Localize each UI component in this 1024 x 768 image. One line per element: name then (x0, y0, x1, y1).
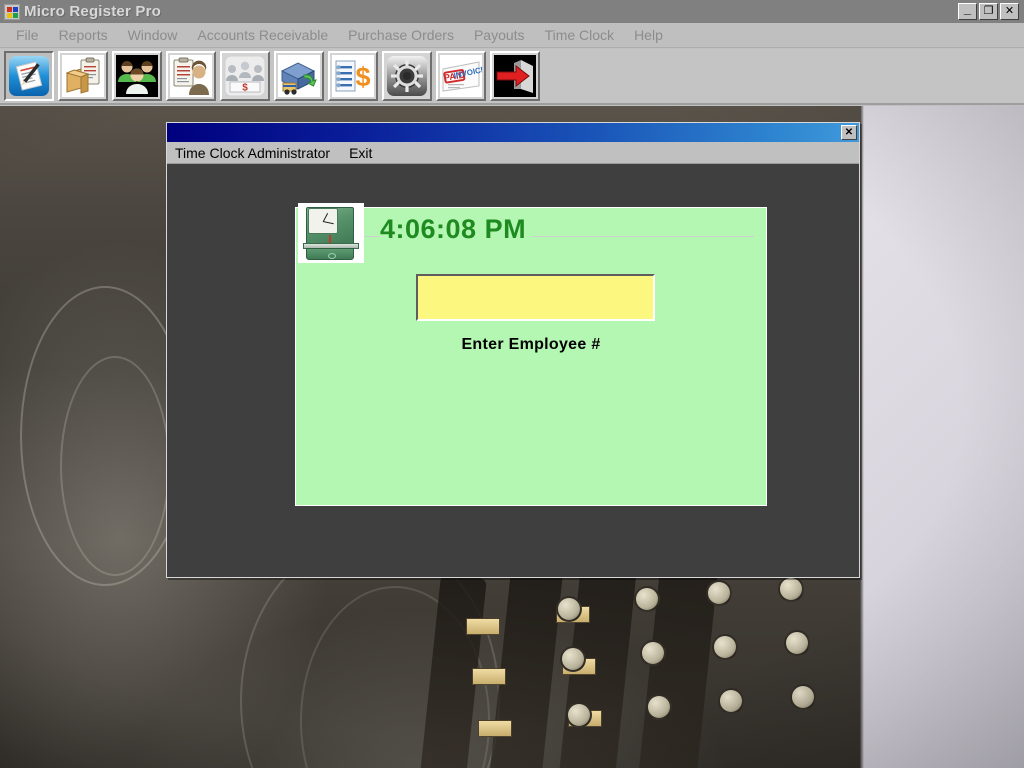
menu-item-payouts[interactable]: Payouts (464, 25, 535, 45)
window-title: Micro Register Pro (24, 3, 161, 20)
exit-arrow-icon (494, 55, 536, 97)
employee-clipboard-icon (170, 55, 212, 97)
toolbar-button-shipping[interactable] (274, 51, 324, 101)
toolbar-button-customers[interactable] (112, 51, 162, 101)
menu-item-purchase-orders[interactable]: Purchase Orders (338, 25, 464, 45)
toolbar-button-paid-invoice[interactable]: PAID INVOICE (436, 51, 486, 101)
settings-gear-icon (387, 56, 427, 96)
svg-text:$: $ (242, 83, 248, 94)
main-menubar: File Reports Window Accounts Receivable … (0, 23, 1024, 48)
menu-item-help[interactable]: Help (624, 25, 673, 45)
close-button[interactable]: ✕ (1000, 3, 1019, 20)
employee-number-input[interactable] (416, 274, 655, 321)
current-time-display: 4:06:08 PM (380, 216, 533, 243)
toolbar-button-payouts[interactable]: $ (328, 51, 378, 101)
main-toolbar: $ $ PAID INVOICE (0, 49, 1024, 105)
window-controls: _ ❐ ✕ (958, 1, 1022, 20)
dialog-menu-item-time-clock-administrator[interactable]: Time Clock Administrator (175, 144, 339, 162)
customers-group-icon (116, 55, 158, 97)
dialog-titlebar: ✕ (167, 123, 859, 142)
time-punch-clock-icon (298, 203, 364, 263)
sales-meeting-icon: $ (224, 55, 266, 97)
paid-invoice-icon: PAID INVOICE (440, 55, 482, 97)
svg-text:$: $ (355, 62, 370, 92)
toolbar-button-sales[interactable]: $ (220, 51, 270, 101)
dialog-menu-item-exit[interactable]: Exit (349, 144, 381, 162)
dialog-menubar: Time Clock Administrator Exit (167, 142, 859, 164)
employee-number-label: Enter Employee # (461, 336, 601, 353)
close-icon: ✕ (1004, 5, 1015, 17)
application-window: Micro Register Pro _ ❐ ✕ File Reports Wi… (0, 0, 1024, 768)
menu-item-time-clock[interactable]: Time Clock (535, 25, 625, 45)
time-clock-panel: 4:06:08 PM Enter Employee # (295, 203, 767, 506)
employee-number-field[interactable] (418, 276, 653, 319)
toolbar-button-settings[interactable] (382, 51, 432, 101)
time-clock-dialog: ✕ Time Clock Administrator Exit 4:06:08 … (166, 122, 860, 578)
toolbar-button-inventory[interactable] (58, 51, 108, 101)
minimize-icon: _ (963, 1, 972, 16)
dialog-body: 4:06:08 PM Enter Employee # (167, 164, 859, 577)
toolbar-button-invoice[interactable] (4, 51, 54, 101)
inventory-box-icon (62, 55, 104, 97)
menu-item-file[interactable]: File (6, 25, 49, 45)
invoice-pen-icon (9, 56, 49, 96)
dialog-close-button[interactable]: ✕ (841, 125, 857, 140)
menu-item-reports[interactable]: Reports (49, 25, 118, 45)
menu-item-accounts-receivable[interactable]: Accounts Receivable (187, 25, 338, 45)
app-logo-icon (4, 3, 20, 20)
minimize-button[interactable]: _ (958, 1, 977, 20)
restore-button[interactable]: ❐ (979, 3, 998, 20)
restore-icon: ❐ (983, 5, 994, 17)
menu-item-window[interactable]: Window (118, 25, 188, 45)
background-wall (860, 106, 1024, 768)
window-titlebar: Micro Register Pro _ ❐ ✕ (0, 0, 1024, 23)
payouts-dollar-icon: $ (332, 55, 374, 97)
toolbar-button-employees[interactable] (166, 51, 216, 101)
shipping-truck-icon (278, 55, 320, 97)
toolbar-button-exit[interactable] (490, 51, 540, 101)
